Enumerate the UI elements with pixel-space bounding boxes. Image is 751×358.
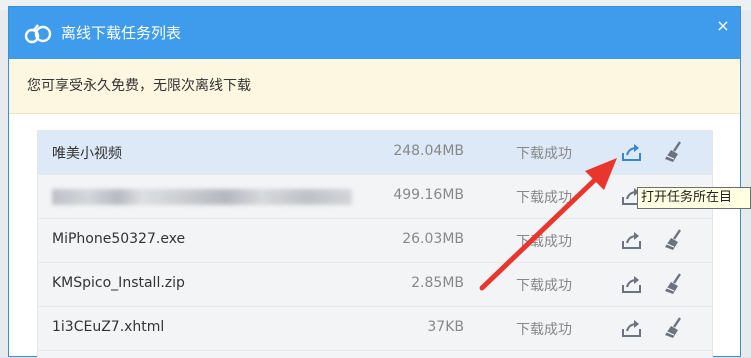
dialog-title: 离线下载任务列表 (61, 24, 182, 42)
notice-text: 您可享受永久免费，无限次离线下载 (27, 78, 251, 94)
task-status: 下载成功 (516, 146, 572, 162)
close-button[interactable]: × (712, 15, 734, 37)
task-status: 下载成功 (516, 278, 572, 294)
broom-icon[interactable] (662, 272, 684, 296)
cloud-icon (24, 24, 52, 44)
task-size: 248.04MB (393, 143, 464, 159)
close-icon: × (716, 16, 730, 35)
task-row[interactable]: KMSpico_Install.zip 2.85MB 下载成功 (38, 263, 712, 307)
task-row[interactable]: 499.16MB 下载成功 (38, 175, 712, 219)
open-folder-icon[interactable] (621, 142, 643, 162)
open-folder-icon[interactable] (621, 274, 643, 294)
task-name: KMSpico_Install.zip (52, 275, 185, 291)
open-folder-icon[interactable] (621, 230, 643, 250)
task-name: MiPhone50327.exe (52, 231, 186, 247)
offline-download-dialog: 离线下载任务列表 × 您可享受永久免费，无限次离线下载 唯美小视频 248.04… (8, 6, 741, 358)
task-size: 26.03MB (402, 231, 464, 247)
task-size: 2.85MB (411, 275, 464, 291)
task-status: 下载成功 (516, 234, 572, 250)
open-folder-icon[interactable] (621, 318, 643, 338)
task-name: 唯美小视频 (52, 146, 122, 162)
broom-icon[interactable] (662, 140, 684, 164)
dialog-titlebar: 离线下载任务列表 × (9, 7, 740, 59)
broom-icon[interactable] (662, 228, 684, 252)
task-row[interactable]: MiPhone50327.exe 26.03MB 下载成功 (38, 219, 712, 263)
task-row[interactable]: 唯美小视频 248.04MB 下载成功 (38, 131, 712, 175)
task-status: 下载成功 (516, 322, 572, 338)
redacted-task-name (52, 189, 352, 205)
task-status: 下载成功 (516, 190, 572, 206)
task-name: 1i3CEuZ7.xhtml (52, 319, 165, 335)
task-list: 唯美小视频 248.04MB 下载成功 499.16MB 下载成功 MiPhon… (37, 130, 713, 358)
broom-icon[interactable] (662, 316, 684, 340)
task-size: 499.16MB (393, 187, 464, 203)
task-row[interactable]: 1i3CEuZ7.xhtml 37KB 下载成功 (38, 307, 712, 351)
task-size: 37KB (427, 319, 464, 335)
free-notice-bar: 您可享受永久免费，无限次离线下载 (9, 59, 740, 114)
open-folder-tooltip: 打开任务所在目 (637, 187, 751, 209)
